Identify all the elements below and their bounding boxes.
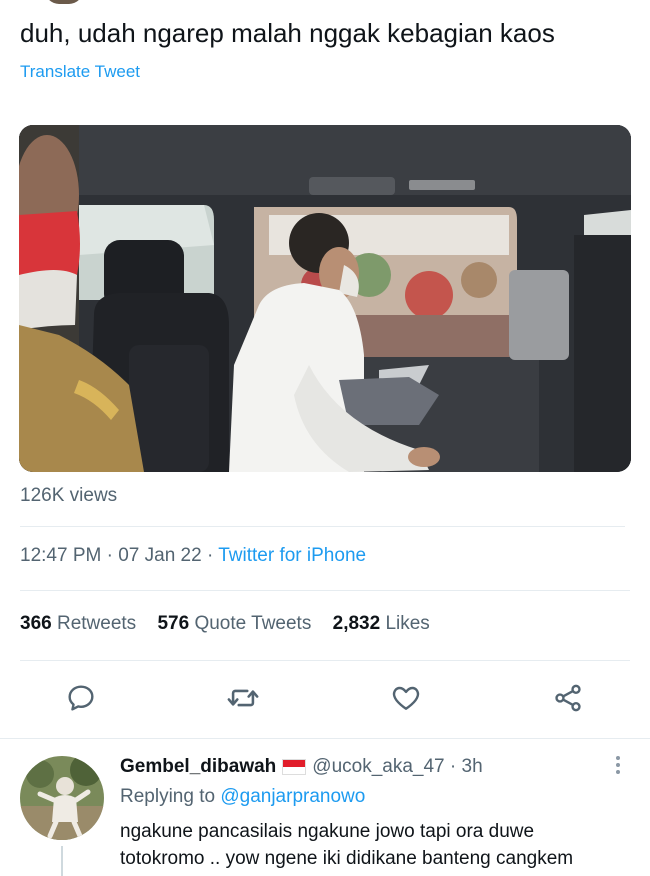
video-frame [19, 125, 631, 472]
reply-handle[interactable]: @ucok_aka_47 [312, 756, 444, 777]
likes-label: Likes [385, 613, 430, 634]
previous-avatar[interactable] [45, 0, 83, 4]
divider [20, 526, 625, 527]
quote-tweets-stat[interactable]: 576 Quote Tweets [157, 613, 311, 635]
tweet-video[interactable] [19, 125, 631, 472]
tweet-text: duh, udah ngarep malah nggak kebagian ka… [20, 18, 555, 48]
divider [20, 590, 630, 591]
thread-line [61, 846, 63, 876]
likes-stat[interactable]: 2,832 Likes [333, 613, 430, 635]
likes-count: 2,832 [332, 613, 381, 634]
meta-separator: · [106, 545, 113, 566]
quote-tweets-label: Quote Tweets [194, 613, 312, 634]
reply-separator: · [449, 756, 457, 777]
reply-text-line: ngakune pancasilais ngakune jowo tapi or… [120, 821, 535, 842]
replying-to-link[interactable]: @ganjarpranowo [220, 786, 365, 807]
translate-tweet-link[interactable]: Translate Tweet [20, 62, 140, 82]
share-button[interactable] [551, 681, 585, 715]
retweets-count: 366 [20, 613, 52, 634]
tweet-source-link[interactable]: Twitter for iPhone [218, 545, 366, 566]
engagement-stats: 366 Retweets 576 Quote Tweets 2,832 Like… [20, 613, 446, 635]
share-icon [555, 684, 581, 712]
replying-to: Replying to @ganjarpranowo [120, 786, 365, 808]
indonesia-flag-icon [282, 758, 307, 775]
divider [20, 660, 630, 661]
like-button[interactable] [389, 681, 423, 715]
reply-header: Gembel_dibawah @ucok_aka_47 · 3h [120, 756, 483, 778]
reply-avatar[interactable] [20, 756, 104, 840]
reply-age[interactable]: 3h [462, 756, 483, 777]
view-count: 126K views [20, 485, 118, 506]
reply-button[interactable] [64, 681, 98, 715]
retweets-label: Retweets [56, 613, 137, 634]
divider [0, 738, 650, 739]
reply-text: ngakune pancasilais ngakune jowo tapi or… [120, 818, 620, 872]
avatar-image [20, 756, 104, 840]
reply-text-line: totokromo .. yow ngene iki didikane bant… [120, 848, 574, 869]
reply-display-name[interactable]: Gembel_dibawah [120, 756, 276, 777]
more-vertical-icon [616, 756, 620, 774]
reply-icon [68, 685, 94, 711]
retweet-button[interactable] [226, 681, 260, 715]
tweet-meta: 12:47 PM · 07 Jan 22 · Twitter for iPhon… [20, 545, 366, 567]
meta-separator: · [206, 545, 214, 566]
tweet-date[interactable]: 07 Jan 22 [118, 545, 201, 566]
heart-icon [392, 686, 420, 710]
replying-prefix: Replying to [120, 786, 216, 807]
quote-tweets-count: 576 [157, 613, 190, 634]
retweet-icon [227, 689, 259, 707]
more-options-button[interactable] [606, 752, 630, 780]
tweet-time[interactable]: 12:47 PM [20, 545, 101, 566]
retweets-stat[interactable]: 366 Retweets [20, 613, 136, 635]
